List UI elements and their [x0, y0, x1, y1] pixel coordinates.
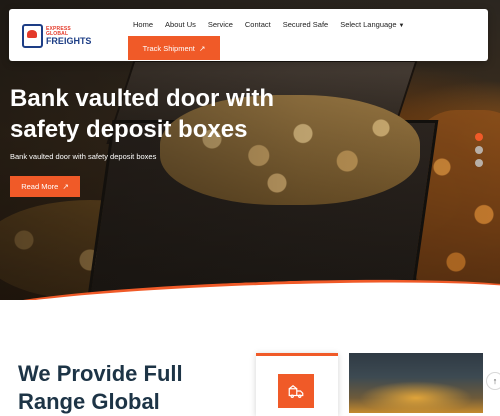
- nav-contact[interactable]: Contact: [239, 20, 277, 29]
- logo-tagline: EXPRESS GLOBAL: [45, 25, 71, 37]
- read-more-label: Read More: [21, 182, 59, 191]
- nav-about-us[interactable]: About Us: [159, 20, 202, 29]
- language-select[interactable]: Select Language ▼: [334, 20, 410, 29]
- arrow-up-right-icon: ↗: [62, 182, 69, 191]
- nav-secured-safe[interactable]: Secured Safe: [277, 20, 334, 29]
- scroll-to-top-button[interactable]: ↑: [486, 372, 500, 390]
- read-more-button[interactable]: Read More ↗: [10, 176, 80, 197]
- brand-logo[interactable]: EXPRESS GLOBAL FREIGHTS: [22, 24, 92, 48]
- slide-dot-3[interactable]: [475, 159, 483, 167]
- logo-wordmark: FREIGHTS: [45, 35, 92, 46]
- delivery-box-icon: [278, 374, 314, 408]
- track-shipment-button[interactable]: Track Shipment ↗: [128, 36, 220, 60]
- slider-pagination: [475, 133, 483, 167]
- track-shipment-label: Track Shipment: [142, 43, 195, 53]
- hero-subtitle: Bank vaulted door with safety deposit bo…: [10, 152, 157, 161]
- main-nav: Home About Us Service Contact Secured Sa…: [127, 20, 410, 29]
- logo-shield-icon: [22, 24, 43, 48]
- nav-home[interactable]: Home: [127, 20, 159, 29]
- hero-title: Bank vaulted door with safety deposit bo…: [10, 85, 275, 143]
- chevron-down-icon: ▼: [398, 23, 405, 29]
- slide-dot-1[interactable]: [475, 133, 483, 141]
- arrow-up-right-icon: ↗: [199, 43, 206, 53]
- sunset-sky-image: [349, 353, 483, 413]
- site-header: EXPRESS GLOBAL FREIGHTS Home About Us Se…: [9, 9, 488, 61]
- services-heading: We Provide Full Range Global: [18, 361, 183, 414]
- nav-service[interactable]: Service: [202, 20, 239, 29]
- language-select-label: Select Language: [340, 20, 397, 29]
- service-card[interactable]: [256, 353, 338, 416]
- slide-dot-2[interactable]: [475, 146, 483, 154]
